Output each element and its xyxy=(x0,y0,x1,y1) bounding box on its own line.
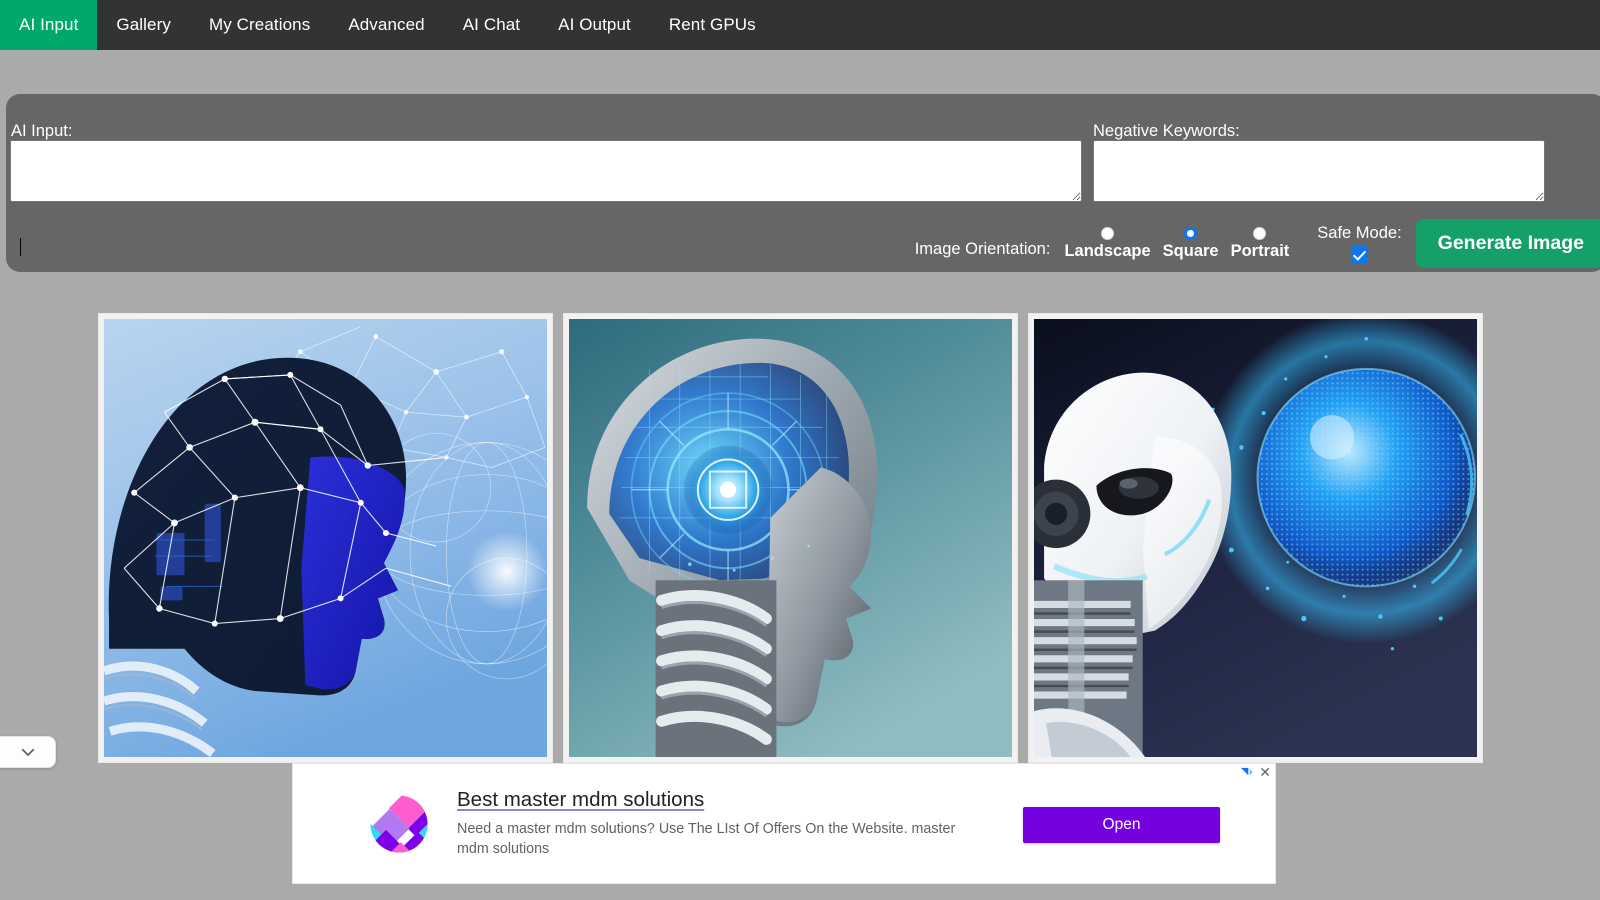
ai-input-label: AI Input: xyxy=(11,122,73,140)
generation-controls: Image Orientation: Landscape Square Port… xyxy=(6,214,1600,272)
advertiser-logo xyxy=(370,794,428,853)
radio-portrait-icon[interactable] xyxy=(1253,226,1267,240)
nav-label: AI Chat xyxy=(462,15,521,34)
ai-input-textarea[interactable] xyxy=(10,140,1082,202)
ai-input-panel: AI Input: Negative Keywords: Image Orien… xyxy=(6,94,1600,272)
orientation-label-portrait: Portrait xyxy=(1230,241,1290,260)
safe-mode-label: Safe Mode: xyxy=(1317,223,1402,242)
ad-description: Need a master mdm solutions? Use The LIs… xyxy=(457,821,956,857)
generated-images-row xyxy=(98,313,1500,763)
orientation-label-square: Square xyxy=(1162,241,1219,260)
nav-tab-advanced[interactable]: Advanced xyxy=(329,0,443,50)
ad-close-button[interactable]: ✕ xyxy=(1259,765,1271,779)
nav-label: AI Input xyxy=(19,15,79,34)
nav-label: Rent GPUs xyxy=(668,15,756,34)
nav-label: My Creations xyxy=(208,15,311,34)
ai-art-circuit-brain-android xyxy=(569,319,1012,757)
radio-square-icon[interactable] xyxy=(1184,226,1198,240)
ai-art-neural-head xyxy=(104,319,547,757)
safe-mode-control: Safe Mode: xyxy=(1317,223,1402,263)
safe-mode-checkbox[interactable] xyxy=(1350,245,1368,263)
generated-image-1[interactable] xyxy=(104,319,547,757)
negative-keywords-textarea[interactable] xyxy=(1093,140,1545,202)
ad-copy: Best master mdm solutions Need a master … xyxy=(457,788,977,859)
nav-label: AI Output xyxy=(558,15,631,34)
nav-tab-rent-gpus[interactable]: Rent GPUs xyxy=(650,0,775,50)
orientation-label-landscape: Landscape xyxy=(1064,241,1151,260)
nav-tab-gallery[interactable]: Gallery xyxy=(97,0,190,50)
generated-image-card[interactable] xyxy=(98,313,553,763)
adchoices-icon[interactable] xyxy=(1240,767,1253,780)
ad-headline-link[interactable]: Best master mdm solutions xyxy=(457,788,704,812)
radio-landscape-icon[interactable] xyxy=(1101,226,1115,240)
orientation-radio-group: Landscape Square Portrait xyxy=(1058,226,1295,260)
chevron-down-icon xyxy=(21,748,34,756)
negative-keywords-label: Negative Keywords: xyxy=(1093,122,1240,140)
orientation-option-square[interactable]: Square xyxy=(1162,226,1219,260)
generated-image-card[interactable] xyxy=(563,313,1018,763)
nav-label: Advanced xyxy=(348,15,425,34)
generated-image-2[interactable] xyxy=(569,319,1012,757)
top-navbar: AI Input Gallery My Creations Advanced A… xyxy=(0,0,1600,50)
orientation-option-landscape[interactable]: Landscape xyxy=(1064,226,1151,260)
nav-tab-ai-chat[interactable]: AI Chat xyxy=(444,0,539,50)
generate-image-button[interactable]: Generate Image xyxy=(1415,218,1600,268)
image-orientation-label: Image Orientation: xyxy=(914,239,1051,258)
nav-tab-my-creations[interactable]: My Creations xyxy=(190,0,329,50)
generated-image-3[interactable] xyxy=(1034,319,1477,757)
orientation-option-portrait[interactable]: Portrait xyxy=(1230,226,1290,260)
nav-tab-ai-output[interactable]: AI Output xyxy=(539,0,650,50)
ai-art-robot-particle-sphere xyxy=(1034,319,1477,757)
generated-image-card[interactable] xyxy=(1028,313,1483,763)
nav-tab-ai-input[interactable]: AI Input xyxy=(0,0,98,50)
advertisement-banner: Best master mdm solutions Need a master … xyxy=(292,763,1276,884)
nav-label: Gallery xyxy=(116,15,171,34)
collapse-panel-button[interactable] xyxy=(0,736,56,768)
ad-open-button[interactable]: Open xyxy=(1023,807,1220,843)
